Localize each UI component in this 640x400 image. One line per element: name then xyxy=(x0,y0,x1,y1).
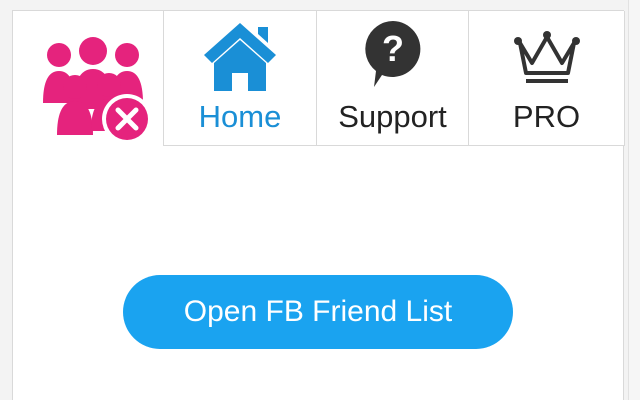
open-fb-friend-list-button[interactable]: Open FB Friend List xyxy=(123,275,513,349)
tab-support[interactable]: ? Support xyxy=(316,11,468,146)
extension-popup: Home ? Support PRO Open FB Friend List xyxy=(12,10,625,400)
tab-pro-label: PRO xyxy=(512,99,581,134)
home-icon xyxy=(204,23,276,91)
tab-home[interactable]: Home xyxy=(163,11,316,146)
friends-remove-logo xyxy=(43,37,152,144)
tab-home-label: Home xyxy=(198,99,282,134)
browser-edge xyxy=(628,0,640,400)
crown-icon xyxy=(513,31,580,83)
svg-text:?: ? xyxy=(382,28,404,69)
tab-support-label: Support xyxy=(338,99,447,134)
tab-pro[interactable]: PRO xyxy=(468,11,625,146)
question-bubble-icon: ? xyxy=(364,21,420,87)
